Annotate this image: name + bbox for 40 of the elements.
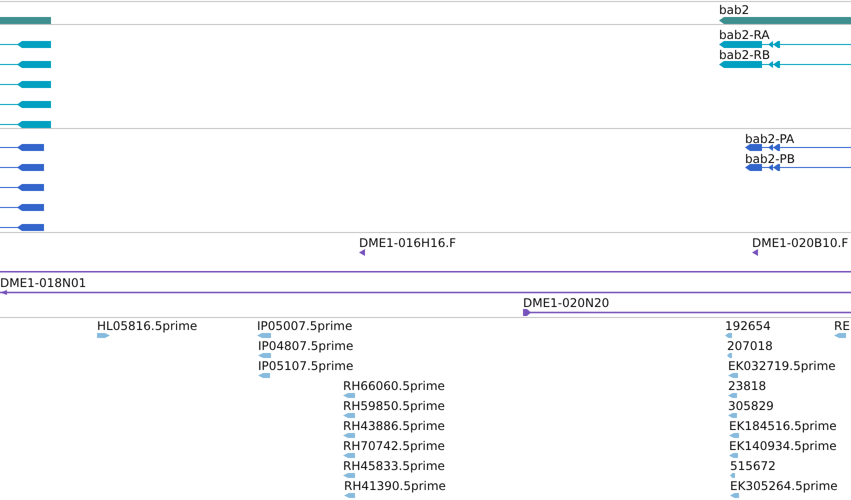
transcript-drawing	[0, 101, 51, 108]
feature-label: RH43886.5prime	[343, 419, 445, 433]
protein-drawing	[0, 164, 44, 171]
feature-label: HL05816.5prime	[97, 319, 198, 333]
feature-label: RH70742.5prime	[343, 439, 445, 453]
feature-label: IP05107.5prime	[258, 359, 354, 373]
feature-label: bab2-RB	[719, 48, 770, 62]
feature-label: RH41390.5prime	[344, 479, 446, 493]
feature-label: 305829	[728, 399, 774, 413]
feature-label: EK032719.5prime	[728, 359, 836, 373]
protein-drawing	[0, 204, 44, 211]
feature-label: bab2	[719, 3, 750, 17]
transcript-drawing	[0, 121, 51, 128]
feature-label: RE	[834, 319, 850, 333]
protein-drawing	[0, 224, 44, 231]
feature-label: 23818	[728, 379, 766, 393]
feature-label: IP05007.5prime	[257, 319, 352, 333]
feature-label: DME1-016H16.F	[359, 236, 456, 250]
feature-label: DME1-020B10.F	[752, 236, 848, 250]
feature-label: RH59850.5prime	[343, 399, 445, 413]
feature-label: DME1-020N20	[523, 296, 610, 310]
protein-drawing	[0, 184, 44, 191]
feature-label: EK305264.5prime	[730, 479, 838, 493]
feature-label: IP04807.5prime	[258, 339, 354, 353]
feature-label: bab2-PA	[745, 132, 794, 146]
transcript-drawing	[0, 41, 51, 48]
feature-label: RH45833.5prime	[343, 459, 445, 473]
feature-label: 192654	[725, 319, 771, 333]
transcript-drawing	[0, 81, 51, 88]
feature-label: 515672	[730, 459, 776, 473]
feature-label: RH66060.5prime	[343, 379, 445, 393]
feature-label: bab2-RA	[719, 28, 770, 42]
feature-label: EK184516.5prime	[729, 419, 837, 433]
gene-bar	[0, 17, 51, 24]
feature-label: bab2-PB	[745, 152, 796, 166]
feature-label: 207018	[727, 339, 773, 353]
feature-label: EK140934.5prime	[729, 439, 837, 453]
transcript-drawing	[0, 61, 51, 68]
feature-label: DME1-018N01	[0, 276, 86, 290]
protein-drawing	[0, 144, 44, 151]
